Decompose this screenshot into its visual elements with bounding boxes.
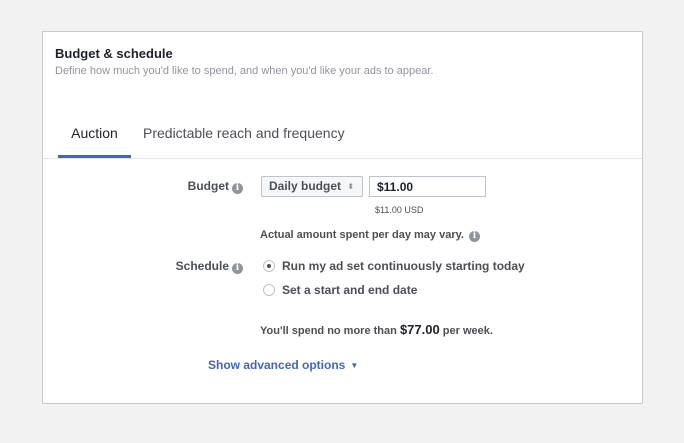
budget-note-text: Actual amount spent per day may vary.	[260, 229, 464, 241]
budget-type-select[interactable]: Daily budget ⬍	[261, 176, 363, 197]
tab-predictable-reach[interactable]: Predictable reach and frequency	[143, 118, 345, 158]
info-icon[interactable]: i	[468, 231, 480, 242]
radio-button[interactable]	[263, 284, 275, 296]
caret-down-icon: ▼	[350, 361, 359, 370]
budget-usd-hint: $11.00 USD	[375, 205, 424, 215]
spend-summary: You'll spend no more than $77.00 per wee…	[260, 322, 493, 337]
tab-auction[interactable]: Auction	[58, 118, 131, 158]
spend-suffix: per week.	[442, 325, 493, 337]
schedule-option-label: Set a start and end date	[282, 283, 418, 297]
show-advanced-options-link[interactable]: Show advanced options ▼	[208, 358, 358, 372]
tab-bar: Auction Predictable reach and frequency	[43, 118, 642, 159]
budget-type-value: Daily budget	[269, 179, 342, 193]
schedule-option-start-end[interactable]: Set a start and end date	[263, 283, 417, 297]
schedule-option-label: Run my ad set continuously starting toda…	[282, 259, 525, 273]
section-title: Budget & schedule	[55, 46, 173, 61]
schedule-option-continuous[interactable]: Run my ad set continuously starting toda…	[263, 259, 525, 273]
section-subtitle: Define how much you'd like to spend, and…	[55, 65, 434, 77]
radio-button-checked[interactable]	[263, 260, 275, 272]
schedule-label: Schedule	[175, 259, 229, 273]
schedule-row-label: Schedule i	[43, 259, 243, 274]
select-arrows-icon: ⬍	[347, 182, 354, 191]
spend-amount: $77.00	[399, 322, 440, 337]
spend-prefix: You'll spend no more than	[260, 325, 397, 337]
budget-note: Actual amount spent per day may vary. i	[260, 229, 480, 242]
budget-label: Budget	[187, 179, 229, 193]
budget-amount-input[interactable]	[369, 176, 486, 197]
budget-row-label: Budget i	[43, 179, 243, 194]
info-icon[interactable]: i	[232, 263, 243, 274]
budget-schedule-panel: Budget & schedule Define how much you'd …	[42, 31, 643, 404]
info-icon[interactable]: i	[232, 183, 243, 194]
advanced-options-label: Show advanced options	[208, 358, 346, 372]
